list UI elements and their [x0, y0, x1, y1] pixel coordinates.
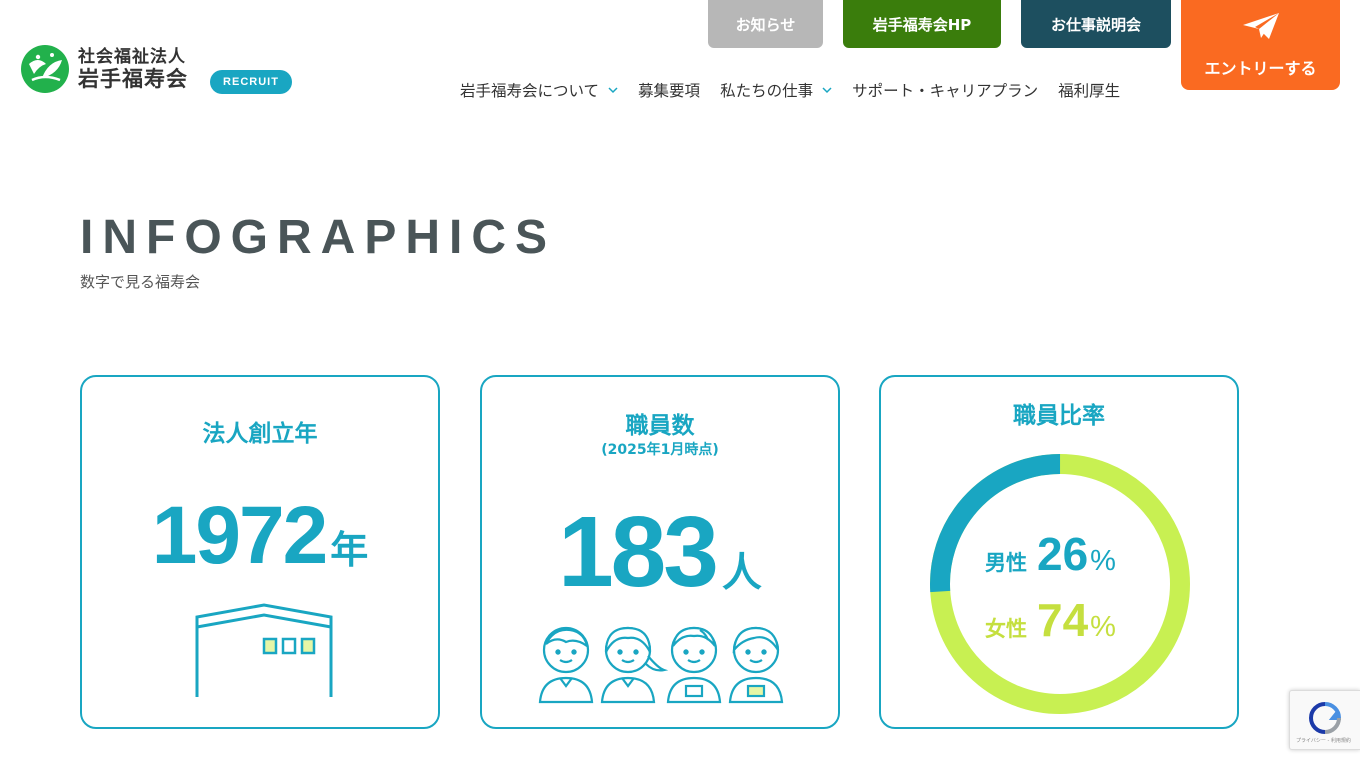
page-subtitle: 数字で見る福寿会: [80, 273, 201, 291]
chevron-down-icon: [822, 86, 832, 93]
leaf-emblem-icon: [21, 45, 69, 93]
nav-item-about[interactable]: 岩手福寿会について: [460, 79, 618, 101]
recaptcha-terms: プライバシー - 利用規約: [1296, 738, 1351, 744]
chevron-down-icon: [608, 86, 618, 93]
nav-item-label: サポート・キャリアプラン: [852, 82, 1039, 100]
nav-item-our-work[interactable]: 私たちの仕事: [720, 79, 832, 101]
site-logo[interactable]: 社会福祉法人 岩手福寿会: [20, 44, 188, 94]
card-title: 職員比率: [1013, 403, 1105, 429]
founded-year-card: 法人創立年 1972 年: [80, 375, 440, 729]
recaptcha-icon: [1308, 702, 1342, 734]
male-label: 男性: [985, 551, 1027, 575]
staff-people-icon: [538, 626, 784, 704]
gender-ratio-donut: [930, 454, 1190, 714]
male-percent-sign: %: [1090, 545, 1116, 577]
paper-plane-icon: [1242, 13, 1279, 39]
male-value: 26: [1037, 528, 1089, 580]
homepage-button[interactable]: 岩手福寿会HP: [843, 0, 1001, 48]
nav-item-requirements[interactable]: 募集要項: [638, 79, 700, 101]
male-ratio: 男性 26 %: [985, 527, 1116, 581]
main-nav: 岩手福寿会について 募集要項 私たちの仕事 サポート・キャリアプラン 福利厚生: [460, 79, 1140, 101]
as-of-note: (2025年1月時点): [601, 442, 719, 458]
nav-item-welfare[interactable]: 福利厚生: [1058, 79, 1120, 101]
card-title: 法人創立年: [202, 421, 318, 447]
founded-year-value: 1972 年: [82, 489, 438, 583]
female-percent-sign: %: [1090, 611, 1116, 643]
recruit-badge: RECRUIT: [210, 70, 292, 94]
female-label: 女性: [985, 617, 1027, 641]
page-title: INFOGRAPHICS: [80, 211, 557, 264]
staff-count-value: 183 人: [482, 495, 838, 610]
building-icon: [195, 603, 333, 697]
nav-item-label: 私たちの仕事: [720, 82, 814, 100]
stat-unit: 年: [330, 530, 369, 572]
stat-unit: 人: [721, 551, 762, 595]
nav-item-label: 募集要項: [638, 82, 701, 100]
card-title: 職員数: [625, 413, 695, 439]
nav-item-label: 岩手福寿会について: [460, 82, 600, 100]
nav-item-career-support[interactable]: サポート・キャリアプラン: [852, 79, 1038, 101]
stat-number: 1972: [151, 490, 328, 581]
entry-button-label: エントリーする: [1204, 59, 1317, 78]
logo-org-type: 社会福祉法人: [78, 46, 186, 67]
info-session-button[interactable]: お仕事説明会: [1021, 0, 1171, 48]
stat-number: 183: [558, 496, 719, 608]
staff-count-card: 職員数 (2025年1月時点) 183 人: [480, 375, 840, 729]
logo-org-name: 岩手福寿会: [78, 66, 188, 91]
recaptcha-badge[interactable]: プライバシー - 利用規約: [1289, 690, 1360, 750]
female-ratio: 女性 74 %: [985, 593, 1116, 647]
staff-ratio-card: 職員比率 男性 26 % 女性 74 %: [879, 375, 1239, 729]
news-button[interactable]: お知らせ: [708, 0, 823, 48]
female-value: 74: [1037, 594, 1089, 646]
nav-item-label: 福利厚生: [1058, 82, 1121, 100]
entry-button[interactable]: エントリーする: [1181, 0, 1340, 90]
